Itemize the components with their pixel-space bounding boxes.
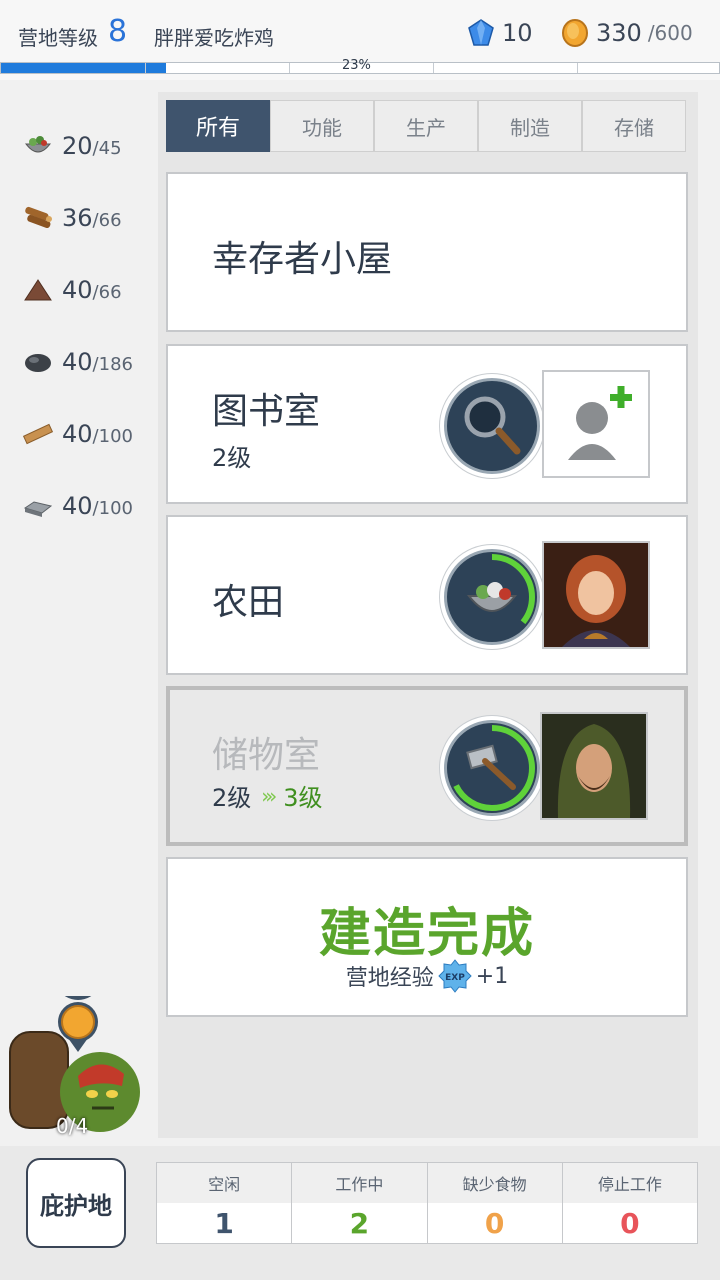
resource-coal[interactable]: 40/186 xyxy=(22,326,152,398)
status-working[interactable]: 工作中 2 xyxy=(292,1163,428,1243)
camp-exp-value: +1 xyxy=(475,963,509,989)
coin-counter[interactable]: 330/600 xyxy=(560,18,693,48)
status-label: 工作中 xyxy=(292,1163,427,1203)
resource-value: 20 xyxy=(62,132,93,160)
coal-icon xyxy=(25,354,51,372)
status-label: 空闲 xyxy=(157,1163,292,1203)
status-label: 缺少食物 xyxy=(427,1163,562,1203)
wood-logs-icon xyxy=(25,206,52,229)
resource-list: 20/45 36/66 40/66 40/186 40/100 40/100 xyxy=(22,110,152,542)
building-level: 2级 xyxy=(212,444,252,472)
xp-tick xyxy=(145,63,146,73)
chevrons-right-icon: ››› xyxy=(261,783,277,808)
gem-value: 10 xyxy=(502,19,533,47)
coin-icon xyxy=(562,19,588,47)
status-value: 0 xyxy=(562,1203,697,1243)
building-title: 幸存者小屋 xyxy=(212,239,393,280)
goblin-count: 0/4 xyxy=(56,1114,89,1138)
building-card-storage[interactable]: 储物室 2级 ››› 3级 xyxy=(166,686,688,846)
food-bowl-icon xyxy=(449,554,535,640)
building-card-farm[interactable]: 农田 xyxy=(166,515,688,675)
building-title: 储物室 xyxy=(212,735,321,776)
resource-max: /100 xyxy=(92,498,133,519)
tab-production[interactable]: 生产 xyxy=(374,100,478,152)
magnifier-icon xyxy=(464,396,521,455)
status-lack-food[interactable]: 缺少食物 0 xyxy=(427,1163,563,1243)
exp-badge-text: EXP xyxy=(445,973,465,983)
resource-metal[interactable]: 40/100 xyxy=(22,470,152,542)
research-button[interactable] xyxy=(444,378,540,474)
resource-food[interactable]: 20/45 xyxy=(22,110,152,182)
status-value: 1 xyxy=(157,1203,292,1243)
plank-icon xyxy=(22,423,54,445)
xp-bar-fill xyxy=(1,63,167,73)
xp-percent: 23% xyxy=(342,58,371,73)
salad-bowl-icon xyxy=(24,136,52,153)
gem-icon xyxy=(468,19,494,46)
resource-max: /45 xyxy=(92,138,122,159)
status-value: 0 xyxy=(427,1203,562,1243)
resource-value: 36 xyxy=(62,204,93,232)
coin-value: 330 xyxy=(596,19,642,47)
tab-all[interactable]: 所有 xyxy=(166,100,270,152)
building-title: 图书室 xyxy=(212,391,321,432)
status-value: 2 xyxy=(292,1203,427,1243)
status-label: 停止工作 xyxy=(562,1163,697,1203)
level-from: 2级 xyxy=(212,784,252,812)
building-card-library[interactable]: 图书室 2级 xyxy=(166,344,688,504)
shelter-button[interactable]: 庇护地 xyxy=(26,1158,126,1248)
resource-dirt[interactable]: 40/66 xyxy=(22,254,152,326)
camp-level-value: 8 xyxy=(108,14,128,49)
metal-ingot-icon xyxy=(23,501,53,517)
camp-exp-label: 营地经验 xyxy=(345,966,434,991)
assign-worker-slot[interactable] xyxy=(542,370,650,478)
xp-tick xyxy=(433,63,434,73)
construction-progress-button[interactable] xyxy=(444,720,540,816)
worker-portrait-female[interactable] xyxy=(542,541,650,649)
worker-status-table: 空闲 1 工作中 2 缺少食物 0 停止工作 0 xyxy=(156,1162,698,1244)
building-title: 农田 xyxy=(212,582,285,623)
resource-max: /186 xyxy=(92,354,133,375)
dirt-pile-icon xyxy=(24,279,52,301)
resource-value: 40 xyxy=(62,492,93,520)
construction-complete-card[interactable]: 建造完成 营地经验 EXP +1 xyxy=(166,857,688,1017)
building-card-survivor-hut[interactable]: 幸存者小屋 xyxy=(166,172,688,332)
resource-plank[interactable]: 40/100 xyxy=(22,398,152,470)
worker-portrait-male[interactable] xyxy=(540,712,648,820)
status-stopped[interactable]: 停止工作 0 xyxy=(562,1163,697,1243)
resource-value: 40 xyxy=(62,276,93,304)
resource-wood[interactable]: 36/66 xyxy=(22,182,152,254)
coin-max: /600 xyxy=(647,21,693,45)
tab-storage[interactable]: 存储 xyxy=(582,100,686,152)
resource-max: /100 xyxy=(92,426,133,447)
player-name[interactable]: 胖胖爱吃炸鸡 xyxy=(154,22,274,51)
hammer-icon xyxy=(449,725,535,811)
tab-function[interactable]: 功能 xyxy=(270,100,374,152)
production-progress-button[interactable] xyxy=(444,549,540,645)
gem-counter[interactable]: 10 xyxy=(466,18,533,48)
resource-max: /66 xyxy=(92,210,122,231)
red-haired-woman-avatar xyxy=(544,543,648,647)
level-to: 3级 xyxy=(283,784,323,812)
category-tabs: 所有 功能 生产 制造 存储 xyxy=(166,100,686,152)
xp-tick xyxy=(577,63,578,73)
status-idle[interactable]: 空闲 1 xyxy=(157,1163,293,1243)
resource-value: 40 xyxy=(62,348,93,376)
camp-exp-reward: 营地经验 EXP +1 xyxy=(168,959,686,993)
hooded-man-avatar xyxy=(542,714,646,818)
add-person-icon xyxy=(568,386,632,460)
resource-max: /66 xyxy=(92,282,122,303)
upgrade-levels: 2级 ››› 3级 xyxy=(212,778,323,813)
exp-badge-icon: EXP xyxy=(438,959,472,993)
camp-level-label: 营地等级 xyxy=(18,26,98,50)
resource-value: 40 xyxy=(62,420,93,448)
xp-tick xyxy=(289,63,290,73)
tab-crafting[interactable]: 制造 xyxy=(478,100,582,152)
construction-complete-title: 建造完成 xyxy=(318,904,535,964)
